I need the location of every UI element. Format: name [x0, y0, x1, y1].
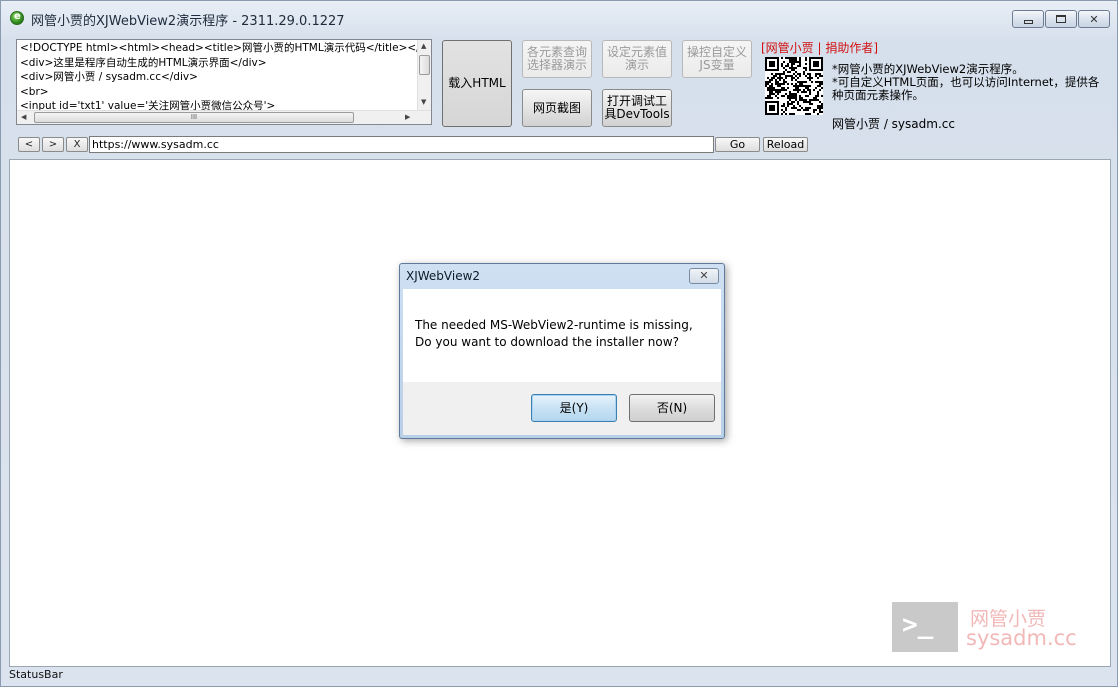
code-lines: <!DOCTYPE html><html><head><title>网管小贾的H…	[20, 41, 418, 114]
scroll-up-icon[interactable]: ▲	[421, 42, 426, 50]
dialog-body: The needed MS-WebView2-runtime is missin…	[403, 289, 721, 382]
donate-link[interactable]: [网管小贾 | 捐助作者]	[761, 39, 878, 56]
dialog-message-line-2: Do you want to download the installer no…	[415, 335, 679, 349]
app-info: *网管小贾的XJWebView2演示程序。 *可自定义HTML页面，也可以访问I…	[832, 63, 1102, 102]
maximize-button[interactable]	[1045, 10, 1077, 28]
window-title: 网管小贾的XJWebView2演示程序 - 2311.29.0.1227	[31, 14, 345, 29]
horizontal-scroll-thumb[interactable]: III	[34, 112, 354, 123]
horizontal-scrollbar[interactable]: ◀ III ▶	[17, 110, 431, 124]
code-line: <!DOCTYPE html><html><head><title>网管小贾的H…	[20, 42, 418, 54]
custom-js-variable-button[interactable]: 操控自定义 JS变量	[682, 40, 752, 78]
screenshot-label: 网页截图	[532, 100, 581, 115]
scroll-down-icon[interactable]: ▼	[421, 98, 426, 106]
wechat-qr-code	[765, 57, 823, 115]
devtools-label-2: 具DevTools	[604, 107, 670, 121]
code-line: <div>网管小贾 / sysadm.cc</div>	[20, 71, 198, 83]
terminal-icon: >_	[892, 602, 958, 652]
close-window-button[interactable]: ✕	[1078, 10, 1110, 28]
title-bar: e 网管小贾的XJWebView2演示程序 - 2311.29.0.1227 ✕	[1, 1, 1117, 33]
stop-button[interactable]: X	[66, 137, 88, 152]
maximize-icon	[1056, 15, 1066, 23]
vertical-scrollbar[interactable]: ▲ ▼	[417, 40, 431, 112]
devtools-button[interactable]: 打开调试工 具DevTools	[602, 89, 672, 127]
scroll-left-icon[interactable]: ◀	[21, 113, 26, 121]
yes-button[interactable]: 是(Y)	[531, 394, 617, 422]
minimize-icon	[1023, 19, 1033, 24]
scroll-right-icon[interactable]: ▶	[405, 113, 410, 121]
status-bar: StatusBar	[9, 668, 63, 681]
go-button[interactable]: Go	[715, 137, 760, 152]
app-globe-icon: e	[10, 11, 24, 25]
query-selector-button[interactable]: 各元素查询 选择器演示	[522, 40, 592, 78]
watermark: >_ 网管小贾 sysadm.cc	[892, 602, 1092, 662]
code-line: <br>	[20, 85, 49, 98]
url-input[interactable]: https://www.sysadm.cc	[89, 136, 714, 153]
dialog-message: The needed MS-WebView2-runtime is missin…	[415, 317, 693, 351]
custom-js-label-2: JS变量	[699, 58, 735, 72]
set-value-label-2: 演示	[624, 58, 649, 72]
close-icon: ✕	[1089, 12, 1099, 26]
html-code-editor[interactable]: <!DOCTYPE html><html><head><title>网管小贾的H…	[16, 39, 432, 125]
load-html-label: 载入HTML	[448, 76, 506, 90]
dialog-title: XJWebView2	[406, 269, 481, 283]
minimize-button[interactable]	[1012, 10, 1044, 28]
close-icon: ✕	[699, 269, 709, 282]
query-selector-label-2: 选择器演示	[526, 58, 587, 72]
no-button[interactable]: 否(N)	[629, 394, 715, 422]
code-line: <div>这里是程序自动生成的HTML演示界面</div>	[20, 56, 267, 69]
watermark-domain: sysadm.cc	[966, 626, 1077, 650]
forward-button[interactable]: >	[42, 137, 64, 152]
set-element-value-button[interactable]: 设定元素值 演示	[602, 40, 672, 78]
dialog-message-line-1: The needed MS-WebView2-runtime is missin…	[415, 318, 693, 332]
site-credit: 网管小贾 / sysadm.cc	[832, 117, 955, 131]
vertical-scroll-thumb[interactable]	[419, 55, 430, 75]
dialog-close-button[interactable]: ✕	[689, 268, 719, 284]
back-button[interactable]: <	[18, 137, 40, 152]
info-line-2: *可自定义HTML页面，也可以访问Internet，提供各种页面元素操作。	[832, 75, 1100, 102]
main-window: e 网管小贾的XJWebView2演示程序 - 2311.29.0.1227 ✕…	[0, 0, 1118, 687]
dialog-button-bar: 是(Y) 否(N)	[403, 382, 721, 435]
runtime-missing-dialog: XJWebView2 ✕ The needed MS-WebView2-runt…	[399, 263, 725, 439]
screenshot-button[interactable]: 网页截图	[522, 89, 592, 127]
load-html-button[interactable]: 载入HTML	[442, 40, 512, 127]
reload-button[interactable]: Reload	[763, 137, 808, 152]
